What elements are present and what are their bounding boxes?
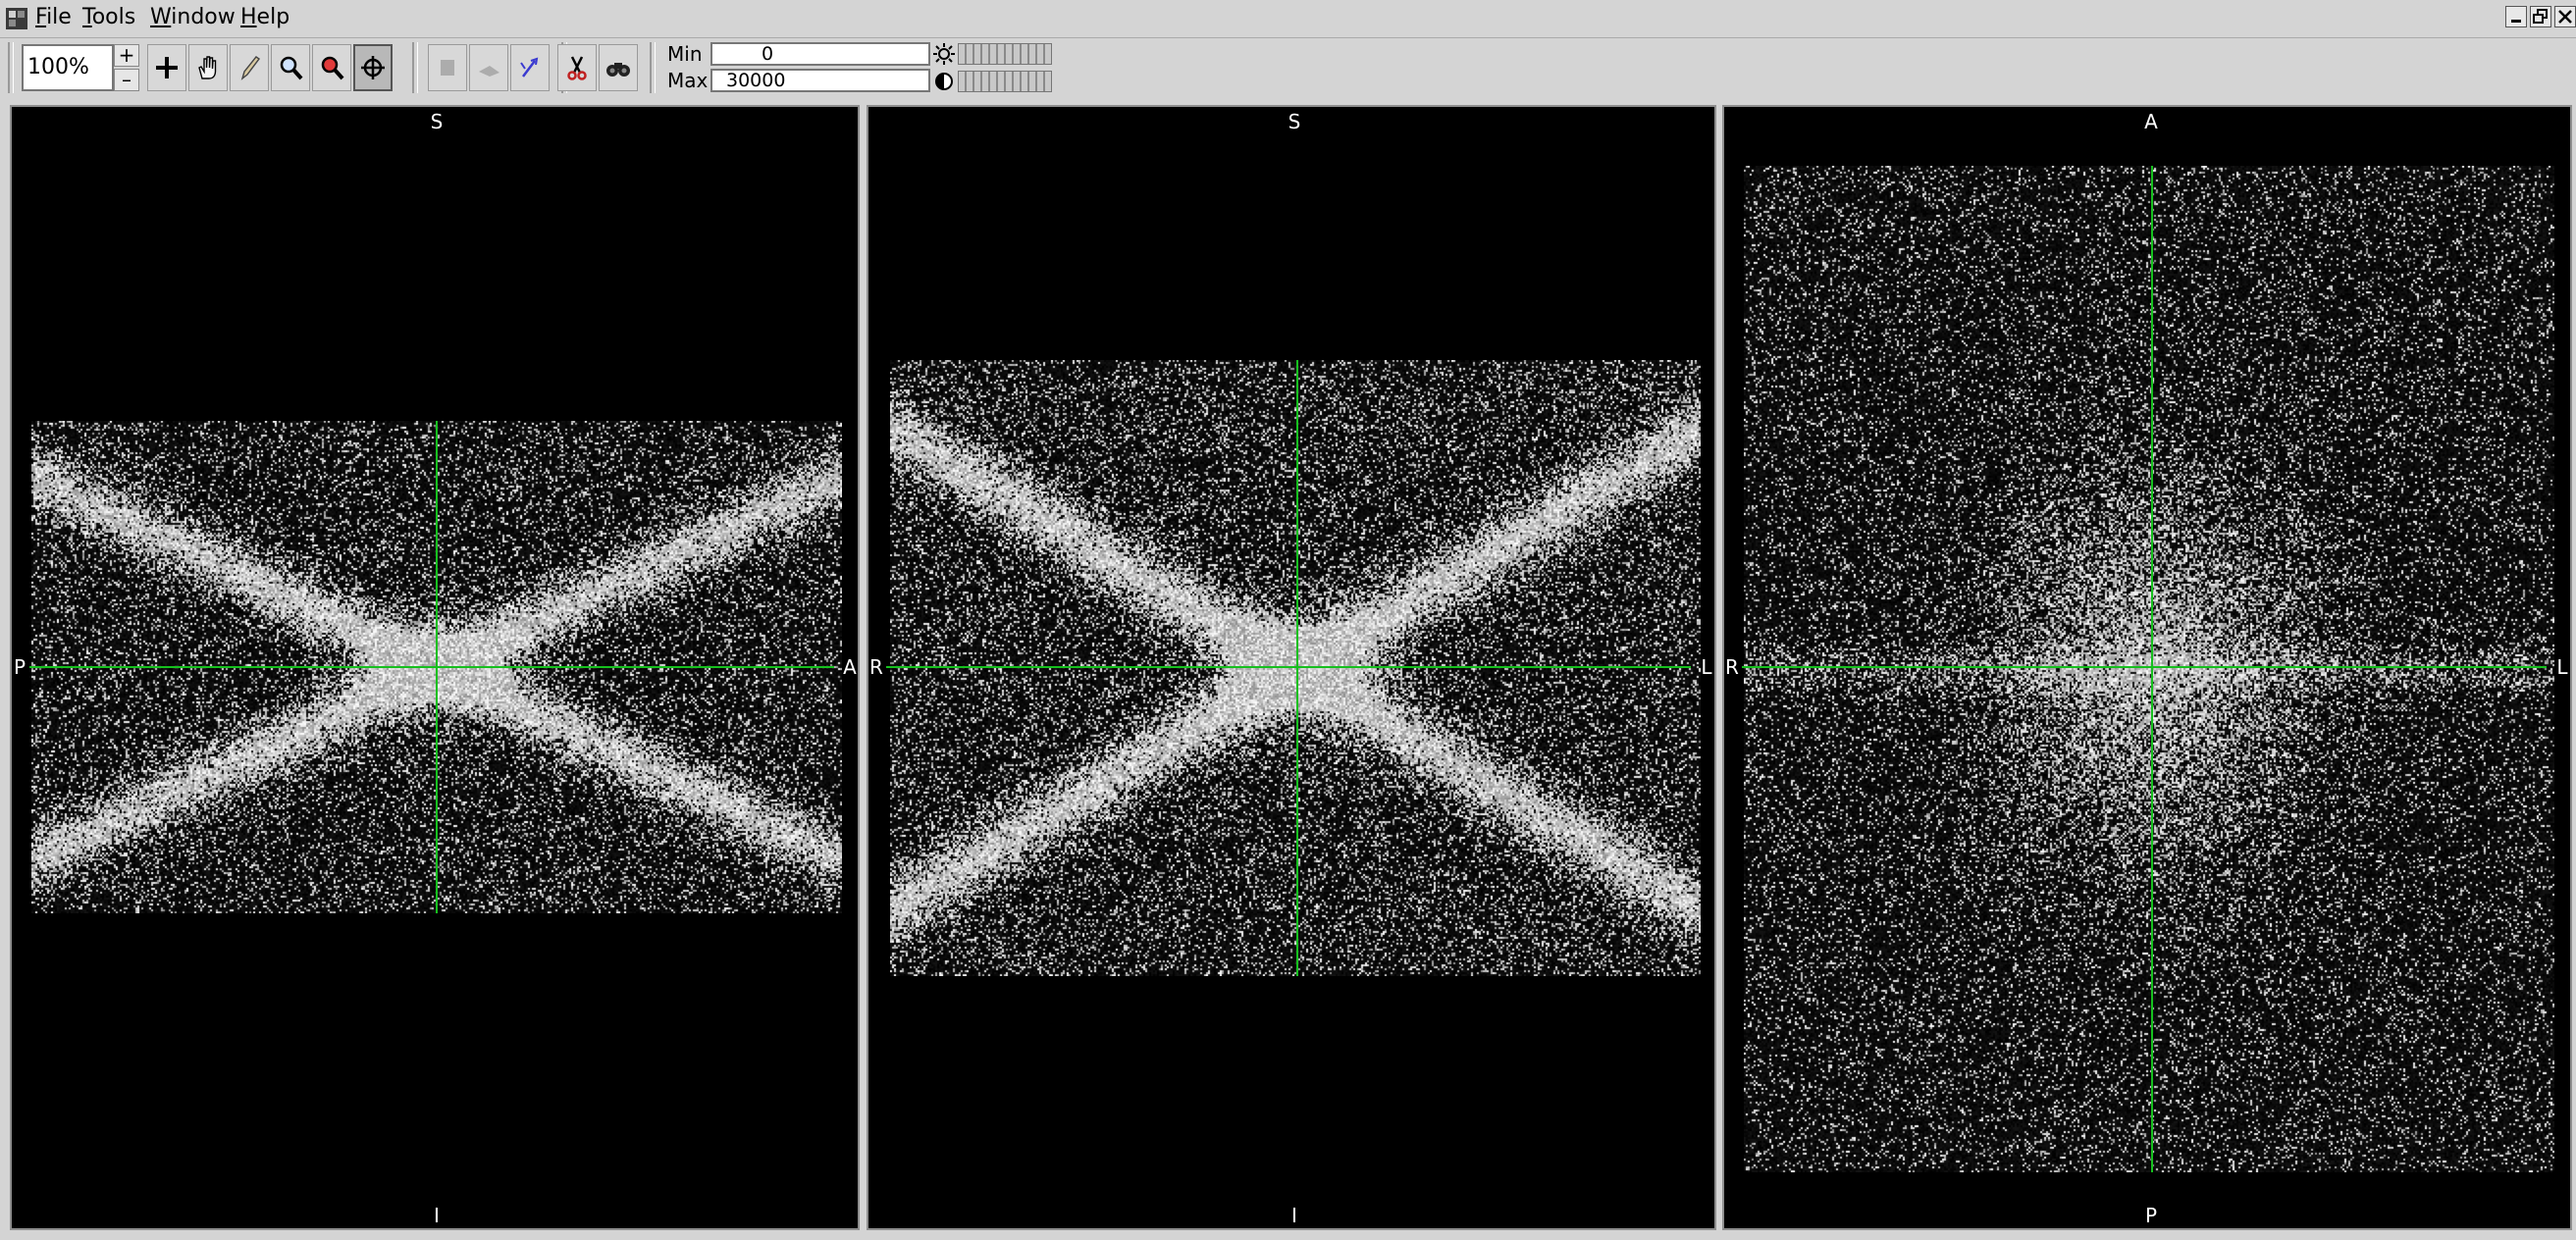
navigate-target-icon (358, 53, 388, 82)
orientation-right: L (2550, 656, 2574, 678)
zoom-region-button[interactable] (312, 44, 351, 91)
orientation-top: S (1283, 111, 1306, 132)
binoculars-icon (604, 53, 633, 82)
zoom-input[interactable]: 100% (22, 44, 114, 91)
min-input[interactable]: 0 (710, 42, 930, 66)
toolbar-separator (650, 42, 656, 93)
sagittal-view[interactable]: S I P A (10, 105, 860, 1230)
crosshair-horizontal[interactable] (29, 666, 834, 668)
arrow-icon (474, 53, 503, 82)
scissors-icon (562, 53, 592, 82)
stamp-icon (433, 53, 462, 82)
pencil-icon (235, 53, 264, 82)
find-button[interactable] (599, 44, 638, 91)
zoom-tool-button[interactable] (271, 44, 310, 91)
menu-tools[interactable]: Tools (82, 3, 135, 32)
orientation-left: R (865, 656, 888, 678)
orientation-right: L (1695, 656, 1718, 678)
restore-button[interactable] (2530, 6, 2551, 27)
coronal-view[interactable]: S I R L (867, 105, 1716, 1230)
orientation-top: A (2139, 111, 2163, 132)
restore-icon (2531, 7, 2550, 26)
brightness-icon (932, 42, 956, 66)
vector-icon (515, 53, 545, 82)
axial-view[interactable]: A P R L (1722, 105, 2572, 1230)
stamp-button[interactable] (428, 44, 467, 91)
toolbar: 100% + – Min 0 Max 30000 (0, 37, 2576, 99)
toolbar-separator (412, 42, 418, 93)
pan-hand-icon (193, 53, 223, 82)
crosshair-horizontal[interactable] (1742, 666, 2547, 668)
magnifier-icon (276, 53, 305, 82)
coronal-image (890, 360, 1701, 976)
brightness-slider[interactable] (958, 43, 1052, 65)
app-icon (6, 8, 27, 29)
crosshair-vertical[interactable] (1296, 360, 1298, 976)
crosshair-vertical[interactable] (2151, 166, 2153, 1172)
cut-button[interactable] (557, 44, 597, 91)
close-icon (2555, 7, 2575, 26)
axial-image (1744, 166, 2554, 1172)
max-input[interactable]: 30000 (710, 69, 930, 92)
select-button[interactable] (469, 44, 508, 91)
zoom-region-icon (317, 53, 346, 82)
menu-bar: File Tools Window Help (0, 0, 2576, 35)
menu-window[interactable]: Window (150, 3, 236, 32)
min-label: Min (667, 42, 703, 66)
crosshair-horizontal[interactable] (886, 666, 1691, 668)
zoom-increase-button[interactable]: + (114, 44, 139, 67)
toolbar-grip[interactable] (8, 42, 14, 93)
orientation-left: P (8, 656, 31, 678)
orientation-right: A (838, 656, 862, 678)
zoom-decrease-button[interactable]: – (114, 69, 139, 91)
crosshair-vertical[interactable] (436, 421, 438, 913)
orientation-bottom: I (1283, 1205, 1306, 1226)
window-controls (2505, 6, 2576, 29)
max-label: Max (667, 69, 708, 92)
minimize-button[interactable] (2505, 6, 2527, 27)
orientation-top: S (425, 111, 448, 132)
crosshair-add-icon (152, 53, 182, 82)
contrast-slider[interactable] (958, 71, 1052, 92)
minimize-icon (2506, 7, 2526, 26)
draw-button[interactable] (230, 44, 269, 91)
pan-button[interactable] (188, 44, 228, 91)
orientation-bottom: I (425, 1205, 448, 1226)
vector-button[interactable] (510, 44, 550, 91)
close-button[interactable] (2554, 6, 2576, 27)
menu-help[interactable]: Help (240, 3, 289, 32)
add-point-button[interactable] (147, 44, 186, 91)
contrast-icon (932, 70, 956, 93)
orientation-left: R (1720, 656, 1744, 678)
orientation-bottom: P (2139, 1205, 2163, 1226)
menu-file[interactable]: File (35, 3, 72, 32)
navigate-button[interactable] (353, 44, 393, 91)
